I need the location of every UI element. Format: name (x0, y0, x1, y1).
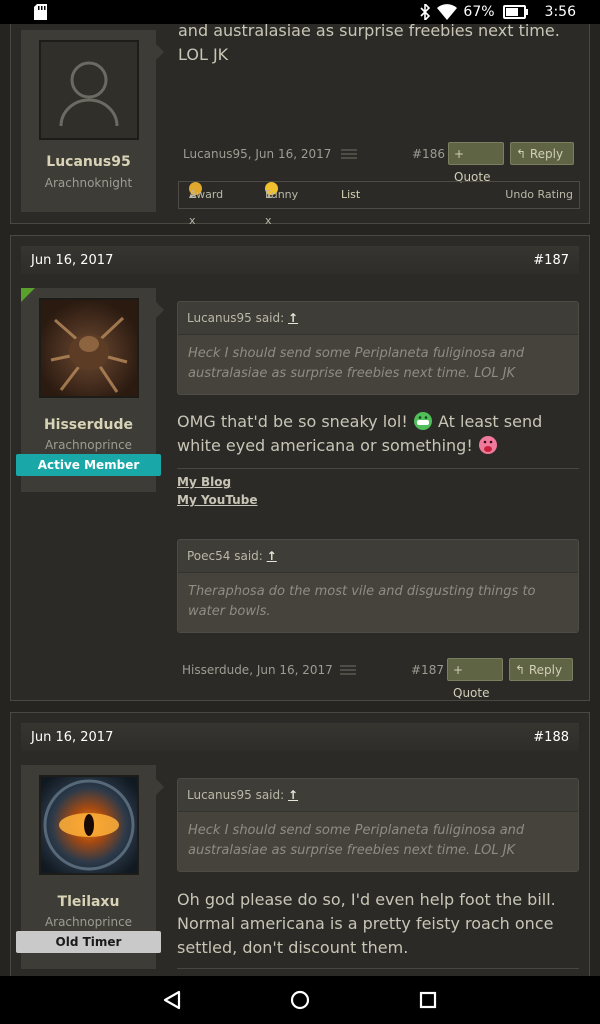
quote-text: Theraphosa do the most vile and disgusti… (178, 573, 578, 632)
message-body: Oh god please do so, I'd even help foot … (177, 890, 556, 957)
user-badge: Active Member (16, 454, 161, 476)
post-menu-icon[interactable] (341, 149, 357, 159)
new-post-marker (21, 288, 35, 302)
battery-percent: 67% (463, 4, 495, 20)
reply-arrow-icon: ↰ (516, 147, 530, 161)
funny-label[interactable]: Funny x (265, 182, 298, 234)
reply-arrow-icon: ↰ (515, 663, 529, 677)
post-number[interactable]: #188 (533, 730, 569, 745)
username[interactable]: Tleilaxu (21, 894, 156, 910)
battery-icon (502, 5, 528, 19)
quote-up-arrow-icon[interactable]: ↑ (288, 788, 298, 802)
post-186: Lucanus95 Arachnoknight Heck I should se… (10, 24, 590, 227)
tongue-emoji-icon (478, 436, 497, 454)
user-title: Arachnoprince (44, 915, 133, 929)
wifi-icon (437, 4, 458, 20)
navigation-bar (0, 976, 600, 1024)
quote-text: Heck I should send some Periplaneta fuli… (178, 812, 578, 871)
avatar[interactable] (39, 298, 139, 398)
back-icon[interactable] (148, 976, 196, 1024)
quote-up-arrow-icon[interactable]: ↑ (267, 549, 277, 563)
message-body: Heck I should send some Periplaneta fuli… (178, 24, 560, 64)
thread-content[interactable]: Lucanus95 Arachnoknight Heck I should se… (0, 24, 600, 976)
status-bar: 67% 3:56 (0, 0, 600, 24)
eye-avatar (43, 779, 135, 871)
post-date: Jun 16, 2017 (31, 252, 114, 268)
quote-block: Lucanus95 said: ↑ Heck I should send som… (177, 778, 579, 872)
reply-button[interactable]: ↰ Reply (509, 658, 573, 681)
message-body: OMG that'd be so sneaky lol! At least se… (177, 410, 579, 458)
ratings-bar: Award x 2 Funny x 1 List Undo Rating (178, 181, 580, 227)
clock: 3:56 (544, 4, 576, 20)
quote-text: Heck I should send some Periplaneta fuli… (178, 335, 578, 394)
avatar[interactable] (39, 40, 139, 140)
post-date: Jun 16, 2017 (31, 729, 114, 745)
quote-button[interactable]: + Quote (447, 658, 503, 700)
quote-attribution: Poec54 said: (187, 549, 263, 563)
signature-divider (177, 468, 579, 469)
reply-label: Reply (528, 663, 563, 677)
tarantula-avatar (50, 316, 128, 393)
user-info: Lucanus95 Arachnoknight (21, 30, 164, 212)
username[interactable]: Lucanus95 (21, 154, 156, 170)
post-187: Jun 16, 2017 #187 Hisserdude Arachnoprin… (10, 235, 590, 701)
sig-link-blog[interactable]: My Blog (177, 475, 231, 489)
message-meta: Hisserdude, Jun 16, 2017 #187 + Quote ↰ … (177, 658, 579, 700)
user-info: Hisserdude Arachnoprince Active Member (16, 288, 164, 492)
post-188: Jun 16, 2017 #188 Tleilaxu Arachnoprince… (10, 712, 590, 976)
user-badge: Old Timer (16, 931, 161, 953)
grin-emoji-icon (413, 412, 432, 430)
quote-attribution: Lucanus95 said: (187, 788, 285, 802)
reply-button[interactable]: ↰ Reply (510, 142, 574, 165)
reply-label: Reply (529, 147, 564, 161)
signature-divider (177, 968, 579, 969)
quote-block: Poec54 said: ↑ Theraphosa do the most vi… (177, 539, 579, 633)
username[interactable]: Hisserdude (21, 417, 156, 433)
recents-icon[interactable] (404, 976, 452, 1024)
home-icon[interactable] (276, 976, 324, 1024)
post-author-date[interactable]: Lucanus95, Jun 16, 2017 (183, 146, 331, 162)
ratings-list-link[interactable]: List (341, 182, 360, 208)
user-title: Arachnoknight (44, 176, 133, 190)
sig-link-youtube[interactable]: My YouTube (177, 493, 257, 507)
post-number[interactable]: #187 (411, 662, 444, 678)
sd-card-icon (34, 4, 47, 20)
post-author-date[interactable]: Hisserdude, Jun 16, 2017 (182, 662, 333, 678)
undo-rating-link[interactable]: Undo Rating (505, 182, 573, 208)
quote-up-arrow-icon[interactable]: ↑ (288, 311, 298, 325)
post-number[interactable]: #187 (533, 253, 569, 268)
bluetooth-icon (420, 4, 431, 20)
award-label[interactable]: Award x (189, 182, 223, 234)
message-text-a: OMG that'd be so sneaky lol! (177, 412, 408, 431)
post-number[interactable]: #186 (412, 146, 445, 162)
quote-attribution: Lucanus95 said: (187, 311, 285, 325)
user-title: Arachnoprince (44, 438, 133, 452)
post-menu-icon[interactable] (340, 665, 356, 675)
quote-block: Lucanus95 said: ↑ Heck I should send som… (177, 301, 579, 395)
post-header: Jun 16, 2017 #188 (21, 723, 579, 751)
post-header: Jun 16, 2017 #187 (21, 246, 579, 274)
avatar[interactable] (39, 775, 139, 875)
default-avatar-icon (59, 61, 119, 127)
message-meta: Lucanus95, Jun 16, 2017 #186 + Quote ↰ R… (178, 142, 580, 184)
user-info: Tleilaxu Arachnoprince Old Timer (16, 765, 164, 969)
quote-button[interactable]: + Quote (448, 142, 504, 184)
